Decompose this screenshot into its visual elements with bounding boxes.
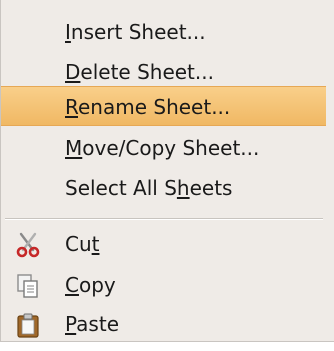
menu-item-label: Insert Sheet... — [65, 20, 206, 44]
scissors-icon — [15, 231, 41, 258]
menu-item-label: Paste — [65, 312, 119, 336]
menu-item-select-all-sheets[interactable]: Select All Sheets — [1, 168, 326, 208]
menu-item-copy[interactable]: Copy — [1, 265, 326, 305]
menu-item-label: Move/Copy Sheet... — [65, 136, 260, 160]
menu-item-label: Cut — [65, 232, 100, 256]
menu-separator — [5, 218, 323, 220]
menu-item-label: Copy — [65, 273, 116, 297]
copy-icon — [15, 272, 41, 298]
menu-item-insert-sheet[interactable]: Insert Sheet... — [1, 12, 326, 52]
menu-item-paste[interactable]: Paste — [1, 304, 326, 344]
context-menu: Insert Sheet... Delete Sheet... Rename S… — [0, 0, 334, 342]
menu-item-label: Select All Sheets — [65, 176, 233, 200]
menu-item-cut[interactable]: Cut — [1, 224, 326, 264]
menu-item-rename-sheet[interactable]: Rename Sheet... — [1, 86, 326, 126]
menu-item-label: Rename Sheet... — [65, 95, 231, 119]
clipboard-icon — [15, 311, 41, 338]
menu-item-move-copy-sheet[interactable]: Move/Copy Sheet... — [1, 128, 326, 168]
